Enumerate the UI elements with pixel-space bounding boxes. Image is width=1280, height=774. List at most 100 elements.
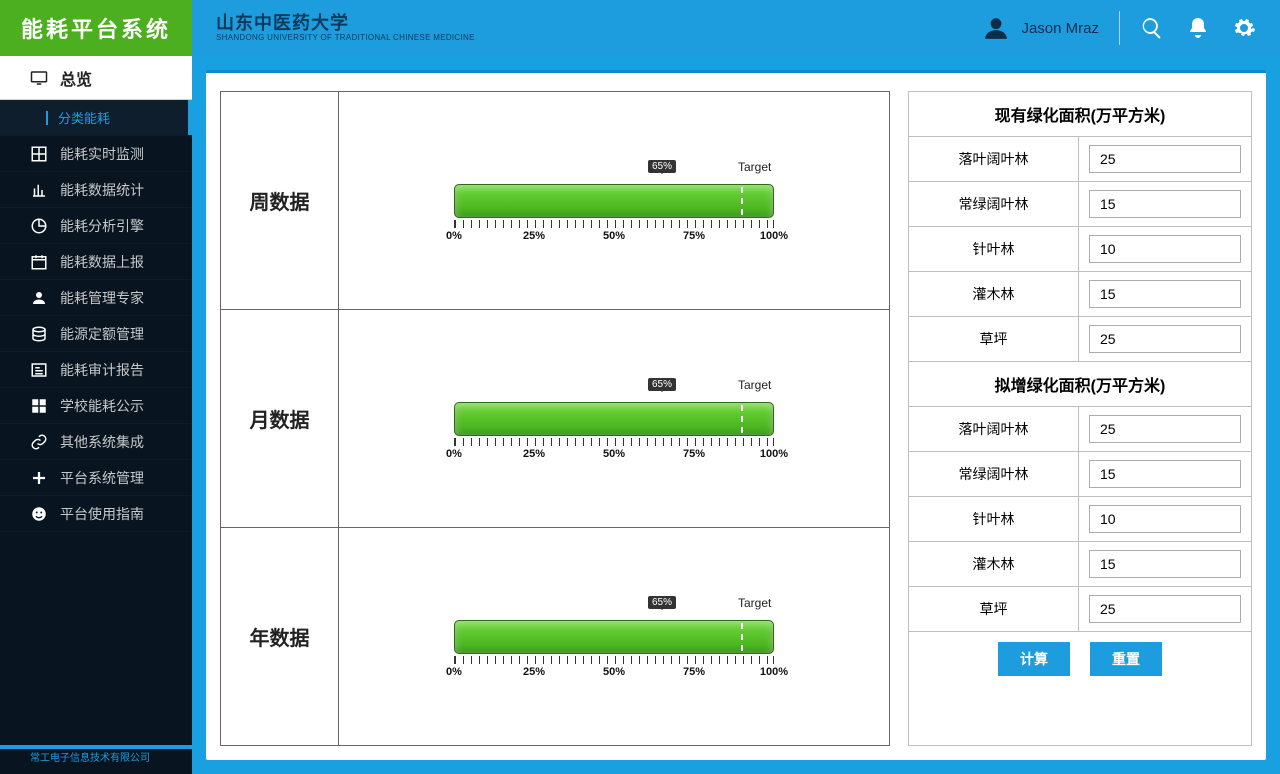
existing-area-input-4[interactable] [1089, 325, 1241, 353]
progress-marker: 65% [648, 378, 676, 391]
planned-area-input-3[interactable] [1089, 550, 1241, 578]
chart-body: 65% Target 0%25%50%75%100% [339, 528, 889, 745]
user-name: Jason Mraz [1021, 20, 1099, 37]
app-header: 能耗平台系统 山东中医药大学 SHANDONG UNIVERSITY OF TR… [0, 0, 1280, 56]
user-icon [983, 15, 1009, 41]
charts-grid: 周数据 65% Target 0%25%50%75%100% 月数据 65% Target 0… [220, 91, 890, 746]
nav-item-integration[interactable]: 其他系统集成 [0, 424, 192, 460]
nav-item-engine[interactable]: 能耗分析引擎 [0, 208, 192, 244]
chart-body: 65% Target 0%25%50%75%100% [339, 310, 889, 527]
nav-item-quota[interactable]: 能源定额管理 [0, 316, 192, 352]
existing-area-input-1[interactable] [1089, 190, 1241, 218]
nav-list: 总览 分类能耗 能耗实时监测 能耗数据统计 能耗分析引擎 能耗数据上报 能耗管理… [0, 56, 192, 532]
nav-item-public[interactable]: 学校能耗公示 [0, 388, 192, 424]
target-label: Target [738, 378, 771, 392]
progress-marker: 65% [648, 160, 676, 173]
planned-area-row: 针叶林 [909, 497, 1251, 542]
planned-area-input-2[interactable] [1089, 505, 1241, 533]
form-section2-title: 拟增绿化面积(万平方米) [909, 362, 1251, 407]
chart-axis: 0%25%50%75%100% [454, 220, 774, 244]
planned-area-input-4[interactable] [1089, 595, 1241, 623]
bullet-chart: 65% Target 0%25%50%75%100% [454, 376, 774, 462]
nav-sub-label: 分类能耗 [58, 108, 110, 127]
planned-area-row: 落叶阔叶林 [909, 407, 1251, 452]
progress-bar [454, 620, 774, 654]
planned-area-row: 常绿阔叶林 [909, 452, 1251, 497]
field-label: 针叶林 [909, 497, 1079, 541]
grid4-icon [30, 145, 48, 163]
nav-item-realtime[interactable]: 能耗实时监测 [0, 136, 192, 172]
chart-body: 65% Target 0%25%50%75%100% [339, 92, 889, 309]
content-area: 周数据 65% Target 0%25%50%75%100% 月数据 65% Target 0… [192, 56, 1280, 774]
nav-overview[interactable]: 总览 [0, 56, 192, 100]
existing-area-row: 落叶阔叶林 [909, 137, 1251, 182]
person-icon [30, 289, 48, 307]
smile-icon [30, 505, 48, 523]
sidebar: 总览 分类能耗 能耗实时监测 能耗数据统计 能耗分析引擎 能耗数据上报 能耗管理… [0, 56, 192, 774]
existing-area-row: 常绿阔叶林 [909, 182, 1251, 227]
chart-axis: 0%25%50%75%100% [454, 656, 774, 680]
chart-label: 月数据 [221, 310, 339, 527]
existing-area-input-2[interactable] [1089, 235, 1241, 263]
chart-row-0: 周数据 65% Target 0%25%50%75%100% [221, 92, 889, 310]
planned-area-input-1[interactable] [1089, 460, 1241, 488]
field-label: 针叶林 [909, 227, 1079, 271]
form-section2-rows: 落叶阔叶林常绿阔叶林针叶林灌木林草坪 [909, 407, 1251, 632]
bell-icon[interactable] [1186, 16, 1210, 40]
chart-label: 周数据 [221, 92, 339, 309]
nav-item-expert[interactable]: 能耗管理专家 [0, 280, 192, 316]
progress-marker: 65% [648, 596, 676, 609]
nav-item-upload[interactable]: 能耗数据上报 [0, 244, 192, 280]
brand-title: 能耗平台系统 [0, 0, 192, 56]
existing-area-input-0[interactable] [1089, 145, 1241, 173]
header-bar: 山东中医药大学 SHANDONG UNIVERSITY OF TRADITION… [192, 0, 1280, 56]
current-user[interactable]: Jason Mraz [983, 15, 1099, 41]
report-icon [30, 361, 48, 379]
layout-icon [30, 397, 48, 415]
existing-area-row: 草坪 [909, 317, 1251, 362]
field-label: 常绿阔叶林 [909, 182, 1079, 226]
field-label: 常绿阔叶林 [909, 452, 1079, 496]
plus-icon [30, 469, 48, 487]
link-icon [30, 433, 48, 451]
nav-item-guide[interactable]: 平台使用指南 [0, 496, 192, 532]
target-line [741, 405, 743, 433]
planned-area-row: 灌木林 [909, 542, 1251, 587]
existing-area-row: 灌木林 [909, 272, 1251, 317]
bullet-chart: 65% Target 0%25%50%75%100% [454, 158, 774, 244]
nav-item-audit[interactable]: 能耗审计报告 [0, 352, 192, 388]
existing-area-input-3[interactable] [1089, 280, 1241, 308]
nav-item-stats[interactable]: 能耗数据统计 [0, 172, 192, 208]
progress-bar [454, 402, 774, 436]
field-label: 灌木林 [909, 542, 1079, 586]
planned-area-input-0[interactable] [1089, 415, 1241, 443]
target-label: Target [738, 596, 771, 610]
field-label: 落叶阔叶林 [909, 407, 1079, 451]
database-icon [30, 325, 48, 343]
calendar-icon [30, 253, 48, 271]
gear-icon[interactable] [1232, 16, 1256, 40]
field-label: 草坪 [909, 317, 1079, 361]
sidebar-footer: 常工电子信息技术有限公司 [0, 745, 192, 774]
planned-area-row: 草坪 [909, 587, 1251, 632]
nav-item-admin[interactable]: 平台系统管理 [0, 460, 192, 496]
chart-axis: 0%25%50%75%100% [454, 438, 774, 462]
target-label: Target [738, 160, 771, 174]
nav-overview-label: 总览 [60, 66, 92, 90]
reset-button[interactable]: 重置 [1090, 642, 1162, 676]
nav-sub-category-energy[interactable]: 分类能耗 [0, 100, 192, 136]
calc-button[interactable]: 计算 [998, 642, 1070, 676]
header-divider [1119, 11, 1120, 45]
field-label: 草坪 [909, 587, 1079, 631]
field-label: 落叶阔叶林 [909, 137, 1079, 181]
existing-area-row: 针叶林 [909, 227, 1251, 272]
chart-label: 年数据 [221, 528, 339, 745]
piechart-icon [30, 217, 48, 235]
chart-row-1: 月数据 65% Target 0%25%50%75%100% [221, 310, 889, 528]
bullet-chart: 65% Target 0%25%50%75%100% [454, 594, 774, 680]
monitor-icon [30, 69, 48, 87]
university-name-en: SHANDONG UNIVERSITY OF TRADITIONAL CHINE… [216, 34, 475, 43]
search-icon[interactable] [1140, 16, 1164, 40]
university-block: 山东中医药大学 SHANDONG UNIVERSITY OF TRADITION… [216, 14, 475, 43]
main-panel: 周数据 65% Target 0%25%50%75%100% 月数据 65% Target 0… [206, 70, 1266, 760]
